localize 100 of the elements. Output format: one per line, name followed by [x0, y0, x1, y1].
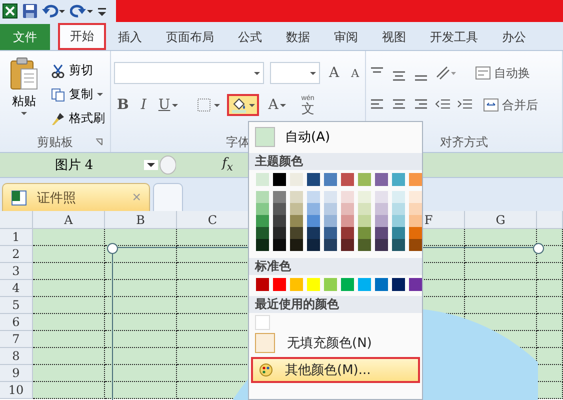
grid-cell[interactable]	[537, 280, 563, 297]
ribbon-tab[interactable]: 视图	[370, 24, 418, 50]
grid-cell[interactable]	[465, 280, 537, 297]
row-header[interactable]: 4	[0, 280, 33, 297]
color-swatch[interactable]	[256, 316, 269, 329]
customize-icon[interactable]	[98, 5, 106, 17]
cut-button[interactable]: 剪切	[49, 61, 107, 80]
grid-cell[interactable]	[33, 246, 105, 263]
color-swatch[interactable]	[341, 191, 354, 203]
ribbon-tab[interactable]: 办公	[490, 24, 538, 50]
color-swatch[interactable]	[307, 278, 320, 291]
paste-button[interactable]: 粘贴	[3, 55, 45, 132]
grid-cell[interactable]	[177, 348, 249, 365]
color-swatch[interactable]	[392, 227, 405, 239]
grid-cell[interactable]	[105, 314, 177, 331]
color-swatch[interactable]	[358, 278, 371, 291]
save-icon[interactable]	[22, 3, 38, 19]
row-header[interactable]: 9	[0, 365, 33, 382]
grid-cell[interactable]	[537, 331, 563, 348]
color-swatch[interactable]	[409, 203, 422, 215]
row-header[interactable]: 3	[0, 263, 33, 280]
grid-cell[interactable]	[33, 314, 105, 331]
grid-cell[interactable]	[33, 382, 105, 399]
grid-cell[interactable]	[105, 365, 177, 382]
color-swatch[interactable]	[273, 203, 286, 215]
color-swatch[interactable]	[307, 215, 320, 227]
grid-cell[interactable]	[33, 297, 105, 314]
grid-cell[interactable]	[177, 365, 249, 382]
file-tab[interactable]: 文件	[0, 24, 50, 50]
ribbon-tab[interactable]: 审阅	[322, 24, 370, 50]
color-swatch[interactable]	[324, 227, 337, 239]
grid-cell[interactable]	[33, 263, 105, 280]
color-swatch[interactable]	[256, 278, 269, 291]
ribbon-tab[interactable]: 公式	[226, 24, 274, 50]
dialog-launcher-icon[interactable]	[95, 138, 103, 146]
row-header[interactable]: 5	[0, 297, 33, 314]
grid-cell[interactable]	[537, 382, 563, 399]
color-swatch[interactable]	[307, 203, 320, 215]
color-swatch[interactable]	[324, 173, 337, 186]
color-swatch[interactable]	[375, 191, 388, 203]
color-swatch[interactable]	[273, 227, 286, 239]
grid-cell[interactable]	[465, 229, 537, 246]
color-swatch[interactable]	[392, 191, 405, 203]
color-swatch[interactable]	[358, 239, 371, 251]
color-swatch[interactable]	[341, 215, 354, 227]
grid-cell[interactable]	[105, 263, 177, 280]
color-swatch[interactable]	[341, 227, 354, 239]
color-swatch[interactable]	[290, 215, 303, 227]
grid-cell[interactable]	[33, 331, 105, 348]
color-swatch[interactable]	[256, 215, 269, 227]
color-swatch[interactable]	[409, 173, 422, 186]
color-swatch[interactable]	[341, 203, 354, 215]
column-header[interactable]: A	[33, 211, 105, 229]
ribbon-tab[interactable]: 页面布局	[154, 24, 226, 50]
color-swatch[interactable]	[392, 278, 405, 291]
grid-cell[interactable]	[33, 348, 105, 365]
underline-button[interactable]: U	[155, 97, 182, 113]
color-swatch[interactable]	[409, 191, 422, 203]
grid-cell[interactable]	[177, 280, 249, 297]
color-swatch[interactable]	[409, 215, 422, 227]
undo-icon[interactable]	[42, 3, 66, 19]
grid-cell[interactable]	[465, 297, 537, 314]
color-swatch[interactable]	[358, 215, 371, 227]
color-swatch[interactable]	[255, 127, 275, 147]
column-header[interactable]: B	[105, 211, 177, 229]
color-swatch[interactable]	[358, 191, 371, 203]
font-size-field[interactable]	[270, 62, 320, 84]
italic-button[interactable]: I	[138, 97, 150, 113]
row-header[interactable]: 7	[0, 331, 33, 348]
row-header[interactable]: 2	[0, 246, 33, 263]
color-swatch[interactable]	[273, 239, 286, 251]
color-swatch[interactable]	[273, 173, 286, 186]
bold-button[interactable]: B	[114, 97, 132, 113]
color-swatch[interactable]	[273, 278, 286, 291]
color-swatch[interactable]	[392, 239, 405, 251]
shrink-font-button[interactable]: A	[348, 66, 362, 80]
color-swatch[interactable]	[256, 191, 269, 203]
font-color-button[interactable]: A	[265, 97, 290, 113]
ribbon-tab[interactable]: 开始	[58, 23, 106, 50]
grid-cell[interactable]	[33, 280, 105, 297]
grid-cell[interactable]	[105, 246, 177, 263]
color-swatch[interactable]	[409, 239, 422, 251]
color-swatch[interactable]	[307, 191, 320, 203]
column-header[interactable]: G	[465, 211, 537, 229]
color-swatch[interactable]	[324, 215, 337, 227]
grid-cell[interactable]	[105, 331, 177, 348]
grid-cell[interactable]	[105, 348, 177, 365]
color-swatch[interactable]	[273, 191, 286, 203]
color-swatch[interactable]	[290, 203, 303, 215]
grid-cell[interactable]	[177, 331, 249, 348]
color-swatch[interactable]	[341, 239, 354, 251]
color-swatch[interactable]	[256, 227, 269, 239]
color-swatch[interactable]	[307, 227, 320, 239]
color-swatch[interactable]	[341, 173, 354, 186]
grid-cell[interactable]	[537, 365, 563, 382]
text-direction-icon[interactable]	[435, 65, 458, 81]
color-swatch[interactable]	[324, 203, 337, 215]
grid-cell[interactable]	[105, 229, 177, 246]
color-swatch[interactable]	[307, 239, 320, 251]
color-swatch[interactable]	[290, 173, 303, 186]
